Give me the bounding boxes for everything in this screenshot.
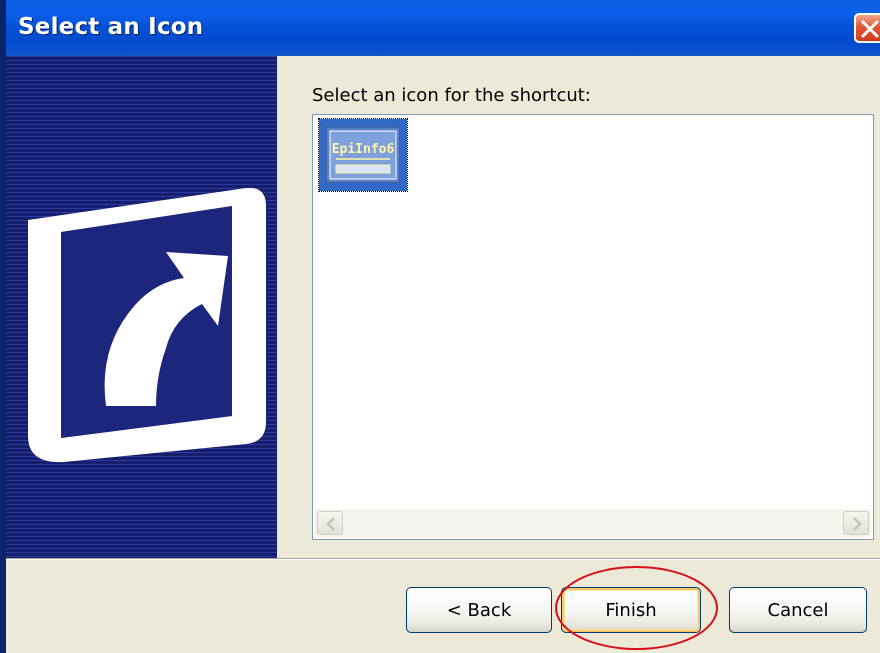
- wizard-banner: [6, 56, 277, 558]
- select-icon-dialog: Select an Icon Select an icon for the sh…: [0, 0, 880, 653]
- back-button[interactable]: < Back: [406, 587, 552, 633]
- icon-list[interactable]: EpiInfo6: [312, 114, 874, 540]
- epiinfo6-icon-label: EpiInfo6: [332, 142, 395, 157]
- scroll-right-button[interactable]: [843, 511, 869, 535]
- scroll-left-button[interactable]: [317, 511, 343, 535]
- icon-item-epiinfo6[interactable]: EpiInfo6: [318, 118, 408, 192]
- cancel-button[interactable]: Cancel: [729, 587, 867, 633]
- window-title: Select an Icon: [18, 14, 204, 40]
- prompt-label: Select an icon for the shortcut:: [312, 85, 591, 106]
- footer-separator: [6, 558, 880, 560]
- horizontal-scrollbar[interactable]: [315, 509, 871, 537]
- title-bar[interactable]: Select an Icon: [6, 0, 880, 56]
- finish-button[interactable]: Finish: [561, 587, 701, 633]
- close-button[interactable]: [854, 13, 880, 43]
